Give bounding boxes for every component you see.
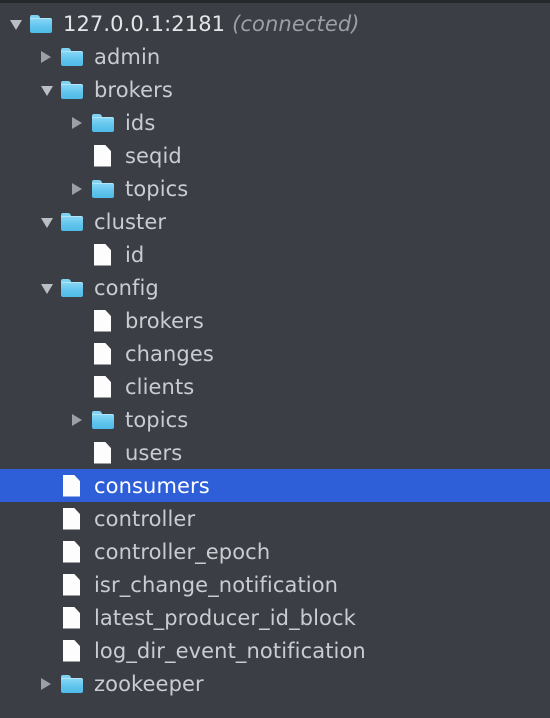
chevron-right-icon[interactable] — [41, 677, 51, 690]
tree-row-label: clients — [125, 374, 195, 399]
tree-row[interactable]: topics — [0, 172, 550, 205]
root-connection-status: (connected) — [232, 11, 360, 36]
folder-icon — [30, 14, 52, 33]
file-icon — [63, 639, 80, 662]
folder-icon — [61, 212, 83, 231]
folder-icon — [92, 113, 114, 132]
tree-row[interactable]: seqid — [0, 139, 550, 172]
tree-row-label: id — [125, 242, 145, 267]
tree-row[interactable]: changes — [0, 337, 550, 370]
tree-row[interactable]: log_dir_event_notification — [0, 634, 550, 667]
folder-icon — [61, 47, 83, 66]
tree-row-label: brokers — [94, 77, 173, 102]
folder-icon — [92, 410, 114, 429]
tree-node-list: admin brokers ids seqid topics cluster id confi… — [0, 40, 550, 700]
tree-row[interactable]: isr_change_notification — [0, 568, 550, 601]
tree-row-label: cluster — [94, 209, 167, 234]
tree-row-label: controller_epoch — [94, 539, 271, 564]
file-icon — [94, 342, 111, 365]
tree-row-label: users — [125, 440, 183, 465]
tree-row[interactable]: brokers — [0, 73, 550, 106]
tree-row-label: topics — [125, 176, 189, 201]
chevron-right-icon[interactable] — [72, 116, 82, 129]
tree-row[interactable]: admin — [0, 40, 550, 73]
tree-row[interactable]: users — [0, 436, 550, 469]
chevron-right-icon[interactable] — [72, 413, 82, 426]
tree-row[interactable]: latest_producer_id_block — [0, 601, 550, 634]
folder-icon — [61, 278, 83, 297]
tree-row-label: zookeeper — [94, 671, 204, 696]
tree-row-root[interactable]: 127.0.0.1:2181 (connected) — [0, 7, 550, 40]
file-icon — [63, 474, 80, 497]
tree-row[interactable]: zookeeper — [0, 667, 550, 700]
root-host-label: 127.0.0.1:2181 — [63, 11, 226, 36]
chevron-right-icon[interactable] — [41, 50, 51, 63]
tree-row[interactable]: controller — [0, 502, 550, 535]
folder-icon — [61, 674, 83, 693]
tree-row[interactable]: config — [0, 271, 550, 304]
file-icon — [94, 441, 111, 464]
folder-icon — [61, 80, 83, 99]
folder-icon — [92, 179, 114, 198]
chevron-down-icon[interactable] — [41, 85, 53, 96]
tree-row[interactable]: clients — [0, 370, 550, 403]
tree-row[interactable]: ids — [0, 106, 550, 139]
file-icon — [94, 375, 111, 398]
tree-row[interactable]: consumers — [0, 469, 550, 502]
file-icon — [63, 507, 80, 530]
tree-row-label: changes — [125, 341, 214, 366]
chevron-down-icon[interactable] — [41, 283, 53, 294]
file-icon — [63, 573, 80, 596]
tree-row-label: consumers — [94, 473, 210, 498]
tree-row-label: seqid — [125, 143, 182, 168]
tree-row[interactable]: topics — [0, 403, 550, 436]
tree-row-label: topics — [125, 407, 189, 432]
tree-row-label: admin — [94, 44, 161, 69]
tree-row[interactable]: id — [0, 238, 550, 271]
chevron-down-icon[interactable] — [41, 217, 53, 228]
file-icon — [94, 309, 111, 332]
chevron-right-icon[interactable] — [72, 182, 82, 195]
file-icon — [94, 243, 111, 266]
tree-row-label: brokers — [125, 308, 204, 333]
file-icon — [94, 144, 111, 167]
zookeeper-tree-panel: 127.0.0.1:2181 (connected) admin brokers id… — [0, 0, 550, 718]
tree-row-root-label: 127.0.0.1:2181 (connected) — [63, 12, 360, 36]
chevron-down-icon[interactable] — [10, 19, 22, 30]
tree-row[interactable]: controller_epoch — [0, 535, 550, 568]
tree-row-label: controller — [94, 506, 196, 531]
file-icon — [63, 540, 80, 563]
tree-row-label: latest_producer_id_block — [94, 605, 356, 630]
file-icon — [63, 606, 80, 629]
tree-row[interactable]: brokers — [0, 304, 550, 337]
tree-row-label: isr_change_notification — [94, 572, 339, 597]
tree-row[interactable]: cluster — [0, 205, 550, 238]
tree-row-label: config — [94, 275, 159, 300]
tree-row-label: log_dir_event_notification — [94, 638, 366, 663]
tree-row-label: ids — [125, 110, 156, 135]
